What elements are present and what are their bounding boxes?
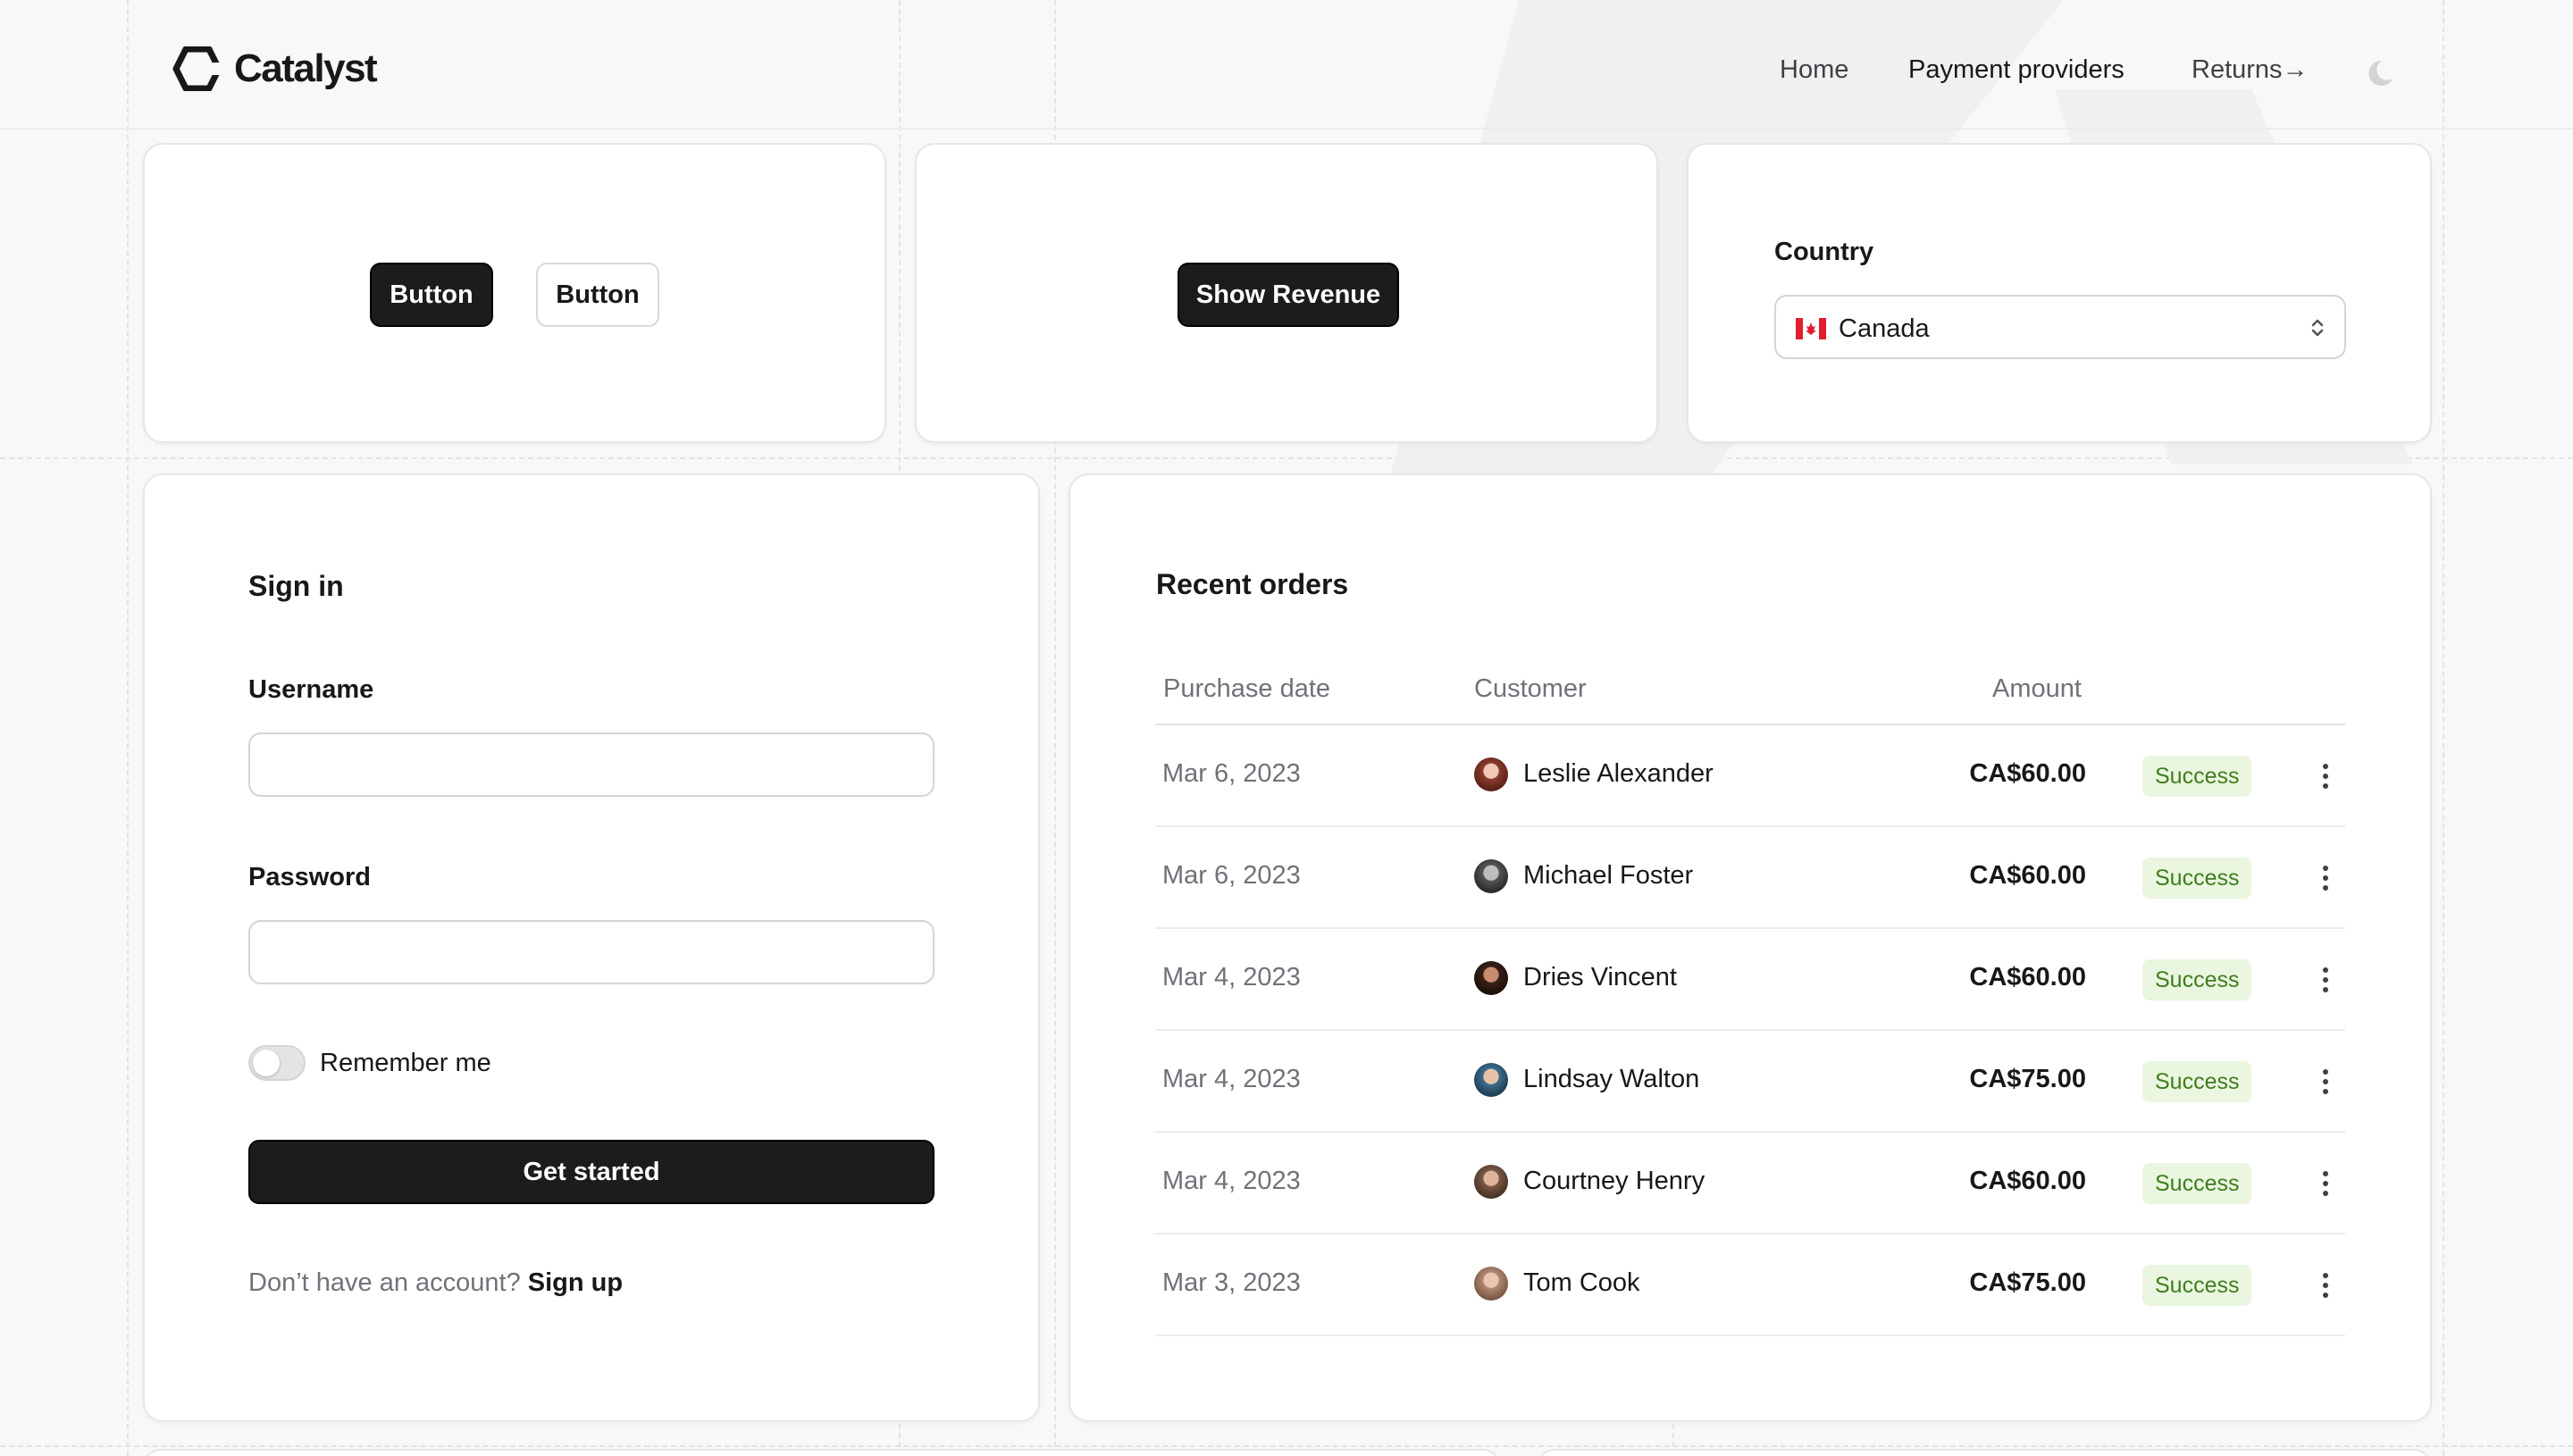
order-amount: CA$60.00 <box>1969 963 2086 992</box>
order-date: Mar 6, 2023 <box>1162 759 1301 788</box>
password-input[interactable] <box>248 920 934 984</box>
partial-card <box>1537 1449 2432 1456</box>
status-badge: Success <box>2142 1163 2252 1204</box>
brand-logo[interactable]: Catalyst <box>172 46 378 91</box>
column-header-purchase-date[interactable]: Purchase date <box>1163 674 1330 704</box>
sign-in-title: Sign in <box>248 570 344 602</box>
username-label: Username <box>248 675 374 704</box>
country-card: Country Canada <box>1687 143 2432 443</box>
primary-button[interactable]: Button <box>370 263 493 327</box>
order-date: Mar 4, 2023 <box>1162 1167 1301 1195</box>
table-row[interactable]: Mar 4, 2023 Dries Vincent CA$60.00 Succe… <box>1155 929 2345 1031</box>
get-started-button[interactable]: Get started <box>248 1140 934 1204</box>
status-badge: Success <box>2142 858 2252 899</box>
customer-name: Courtney Henry <box>1523 1167 1706 1195</box>
username-input[interactable] <box>248 732 934 797</box>
toggle-knob <box>253 1050 280 1076</box>
sign-up-link[interactable]: Sign up <box>528 1268 623 1297</box>
remember-me-toggle[interactable] <box>248 1045 306 1081</box>
customer-name: Tom Cook <box>1523 1268 1640 1297</box>
recent-orders-title: Recent orders <box>1156 568 1349 600</box>
no-account-text: Don’t have an account? <box>248 1268 521 1297</box>
avatar <box>1474 1063 1508 1097</box>
ellipsis-vertical-icon[interactable] <box>2317 1163 2334 1204</box>
avatar <box>1474 961 1508 995</box>
brand-name: Catalyst <box>234 46 378 90</box>
column-header-amount[interactable]: Amount <box>1992 674 2082 704</box>
customer-name: Michael Foster <box>1523 861 1694 890</box>
revenue-card: Show Revenue <box>915 143 1658 443</box>
password-label: Password <box>248 863 371 891</box>
country-select-value: Canada <box>1839 314 1930 343</box>
order-amount: CA$60.00 <box>1969 861 2086 890</box>
secondary-button[interactable]: Button <box>536 263 659 327</box>
canada-flag-icon <box>1796 318 1826 344</box>
ellipsis-vertical-icon[interactable] <box>2317 756 2334 797</box>
nav-link-home[interactable]: Home <box>1780 55 1848 85</box>
country-select[interactable]: Canada <box>1774 295 2346 359</box>
catalyst-logo-icon <box>172 46 222 91</box>
ellipsis-vertical-icon[interactable] <box>2317 1061 2334 1102</box>
order-date: Mar 4, 2023 <box>1162 963 1301 992</box>
customer-name: Dries Vincent <box>1523 963 1677 992</box>
table-row[interactable]: Mar 6, 2023 Leslie Alexander CA$60.00 Su… <box>1155 725 2345 827</box>
nav-link-payment-providers[interactable]: Payment providers <box>1908 55 2125 85</box>
order-amount: CA$75.00 <box>1969 1065 2086 1093</box>
nav-returns-label: Returns <box>2192 55 2283 84</box>
arrow-right-icon: → <box>2282 55 2309 84</box>
table-row[interactable]: Mar 4, 2023 Lindsay Walton CA$75.00 Succ… <box>1155 1031 2345 1133</box>
status-badge: Success <box>2142 1265 2252 1306</box>
country-label: Country <box>1774 238 1874 266</box>
avatar <box>1474 757 1508 791</box>
ellipsis-vertical-icon[interactable] <box>2317 1265 2334 1306</box>
partial-card <box>143 1449 1501 1456</box>
signup-prompt: Don’t have an account? Sign up <box>248 1268 623 1298</box>
ellipsis-vertical-icon[interactable] <box>2317 959 2334 1000</box>
table-row[interactable]: Mar 6, 2023 Michael Foster CA$60.00 Succ… <box>1155 827 2345 929</box>
ellipsis-vertical-icon[interactable] <box>2317 858 2334 899</box>
avatar <box>1474 859 1508 893</box>
nav-link-returns[interactable]: Returns→ <box>2192 55 2309 85</box>
show-revenue-button[interactable]: Show Revenue <box>1178 263 1399 327</box>
order-date: Mar 4, 2023 <box>1162 1065 1301 1093</box>
column-header-customer[interactable]: Customer <box>1474 674 1587 704</box>
top-header: Catalyst Home Payment providers Returns→ <box>0 0 2573 130</box>
remember-me-label: Remember me <box>320 1049 491 1077</box>
buttons-card: Button Button <box>143 143 886 443</box>
avatar <box>1474 1267 1508 1301</box>
status-badge: Success <box>2142 1061 2252 1102</box>
customer-name: Lindsay Walton <box>1523 1065 1700 1093</box>
sign-in-card: Sign in Username Password Remember me Ge… <box>143 473 1040 1422</box>
chevron-up-down-icon <box>2309 314 2326 346</box>
status-badge: Success <box>2142 959 2252 1000</box>
order-date: Mar 6, 2023 <box>1162 861 1301 890</box>
order-amount: CA$60.00 <box>1969 759 2086 788</box>
customer-name: Leslie Alexander <box>1523 759 1714 788</box>
status-badge: Success <box>2142 756 2252 797</box>
moon-icon[interactable] <box>2368 55 2401 94</box>
order-amount: CA$60.00 <box>1969 1167 2086 1195</box>
avatar <box>1474 1165 1508 1199</box>
table-row[interactable]: Mar 3, 2023 Tom Cook CA$75.00 Success <box>1155 1234 2345 1336</box>
table-row[interactable]: Mar 4, 2023 Courtney Henry CA$60.00 Succ… <box>1155 1133 2345 1234</box>
order-date: Mar 3, 2023 <box>1162 1268 1301 1297</box>
order-amount: CA$75.00 <box>1969 1268 2086 1297</box>
